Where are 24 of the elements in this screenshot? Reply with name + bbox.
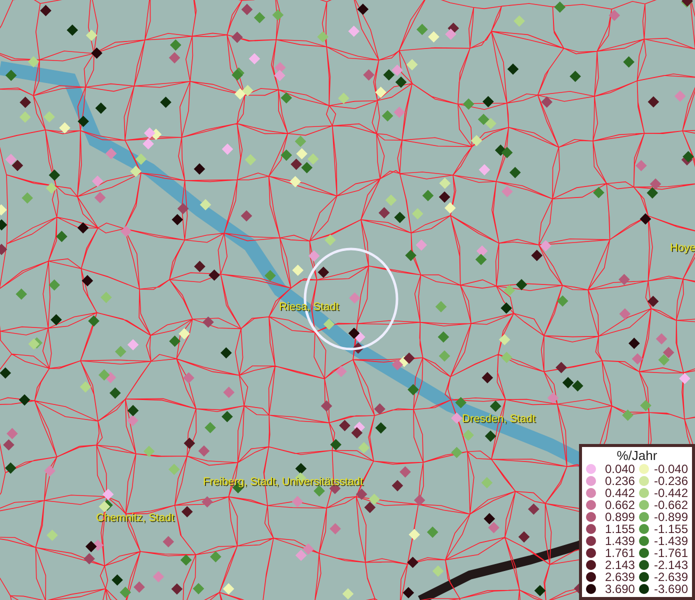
legend-value: 1.761 xyxy=(604,547,635,559)
legend-value: 0.236 xyxy=(604,475,635,487)
legend-value: 3.690 xyxy=(604,583,635,595)
legend-value: -2.639 xyxy=(654,571,688,583)
legend-value: -0.442 xyxy=(654,487,688,499)
legend-value: 2.143 xyxy=(604,559,635,571)
legend-value: -0.662 xyxy=(654,499,688,511)
legend-value: 1.155 xyxy=(604,523,635,535)
legend-value: -1.155 xyxy=(654,523,688,535)
legend-value: -0.899 xyxy=(654,511,688,523)
legend-value: 1.439 xyxy=(604,535,635,547)
legend-value: 0.899 xyxy=(604,511,635,523)
legend-title: %/Jahr xyxy=(616,449,658,463)
place-label: Hoye xyxy=(670,242,695,254)
legend-value: -0.040 xyxy=(654,463,688,475)
legend-value: 0.442 xyxy=(604,487,635,499)
legend-value: -1.439 xyxy=(654,535,688,547)
legend-value: -0.236 xyxy=(654,475,688,487)
legend-value: -2.143 xyxy=(654,559,688,571)
legend-value: -1.761 xyxy=(654,547,688,559)
legend-value: 0.662 xyxy=(604,499,635,511)
legend-value: 2.639 xyxy=(604,571,635,583)
legend-value: -3.690 xyxy=(654,583,688,595)
legend-value: 0.040 xyxy=(604,463,635,475)
